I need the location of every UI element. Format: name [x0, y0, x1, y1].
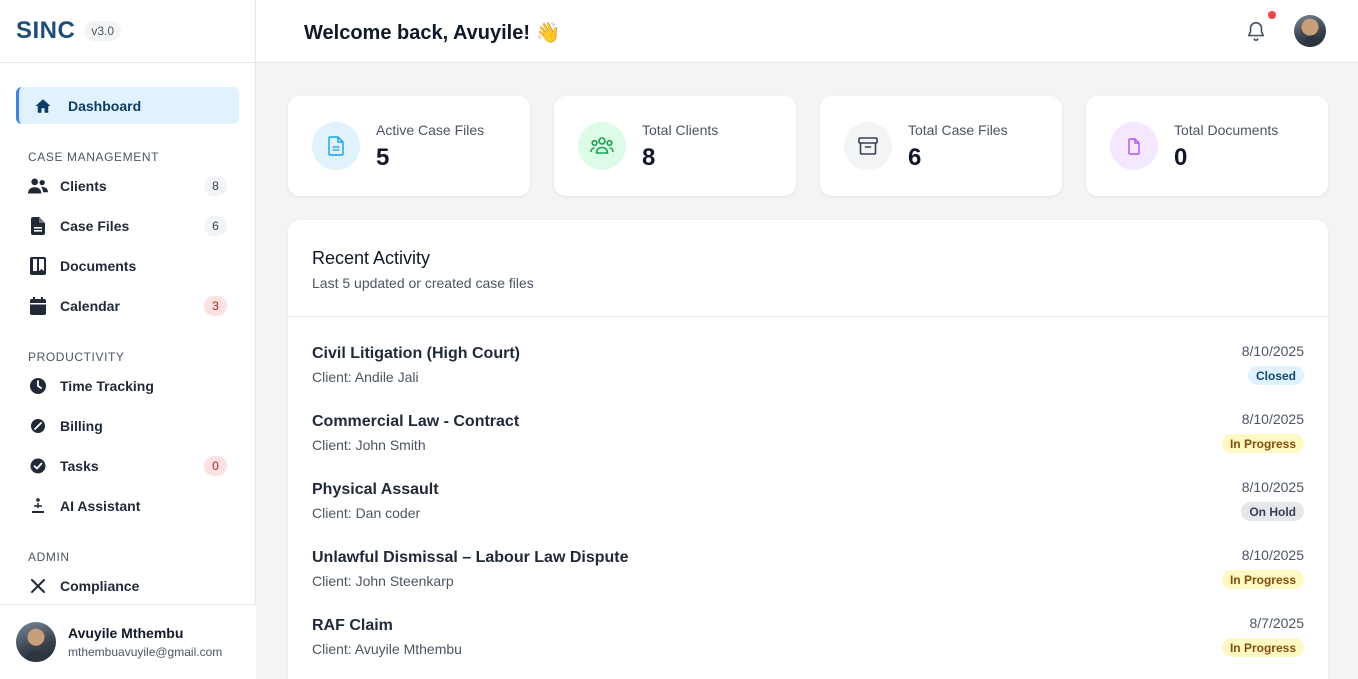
recent-activity-header: Recent Activity Last 5 updated or create… [288, 220, 1328, 317]
status-badge: In Progress [1221, 570, 1304, 589]
case-title: Unlawful Dismissal – Labour Law Dispute [312, 549, 629, 566]
case-title: RAF Claim [312, 617, 393, 634]
sidebar-item-documents[interactable]: Documents [16, 246, 239, 286]
book-icon [28, 256, 48, 276]
case-client: Client: Dan coder [312, 505, 421, 521]
sidebar-item-label: Clients [60, 178, 107, 194]
sidebar-item-tasks[interactable]: Tasks 0 [16, 446, 239, 486]
users-icon [578, 122, 626, 170]
case-date: 8/10/2025 [1241, 343, 1304, 359]
top-header: Welcome back, Avuyile! 👋 [256, 0, 1358, 63]
sidebar-item-case-files[interactable]: Case Files 6 [16, 206, 239, 246]
sidebar-item-dashboard[interactable]: Dashboard [16, 87, 239, 124]
user-name: Avuyile Mthembu [68, 625, 184, 641]
status-badge: On Hold [1241, 502, 1304, 521]
stat-value: 5 [376, 144, 390, 171]
activity-row[interactable]: Commercial Law - Contract Client: John S… [312, 411, 1304, 473]
file-icon [1110, 122, 1158, 170]
status-badge: In Progress [1221, 434, 1304, 453]
sidebar-item-billing[interactable]: Billing [16, 406, 239, 446]
stat-value: 6 [908, 144, 922, 171]
sidebar-item-label: Time Tracking [60, 378, 154, 394]
version-badge: v3.0 [84, 21, 122, 41]
brand-logo[interactable]: SINC [16, 17, 75, 45]
status-badge: In Progress [1221, 638, 1304, 657]
stat-label: Total Documents [1174, 122, 1279, 138]
count-badge: 6 [204, 216, 227, 236]
stat-card-total-clients: Total Clients 8 [554, 96, 796, 196]
activity-row[interactable]: Civil Litigation (High Court) Client: An… [312, 343, 1304, 405]
users-icon [28, 176, 48, 196]
section-case-management: CASE MANAGEMENT [28, 150, 160, 164]
sidebar-item-label: Compliance [60, 578, 140, 594]
clock-icon [28, 376, 48, 396]
count-badge: 0 [204, 456, 227, 476]
recent-activity-panel: Recent Activity Last 5 updated or create… [288, 220, 1328, 679]
sidebar-nav: Dashboard CASE MANAGEMENT Clients 8 Case… [0, 63, 255, 606]
archive-icon [844, 122, 892, 170]
activity-row[interactable]: RAF Claim Client: Avuyile Mthembu 8/7/20… [312, 615, 1305, 677]
sidebar-item-calendar[interactable]: Calendar 3 [16, 286, 239, 326]
activity-row[interactable]: Unlawful Dismissal – Labour Law Dispute … [312, 547, 1304, 609]
calendar-icon [28, 296, 48, 316]
file-icon [28, 216, 48, 236]
case-client: Client: John Smith [312, 437, 426, 453]
case-client: Client: Andile Jali [312, 369, 419, 385]
case-title: Physical Assault [312, 481, 439, 498]
sidebar-item-label: Dashboard [68, 97, 142, 114]
case-client: Client: Avuyile Mthembu [312, 641, 462, 657]
check-circle-icon [28, 456, 48, 476]
sidebar-item-label: Calendar [60, 298, 120, 314]
stat-card-total-documents: Total Documents 0 [1086, 96, 1328, 196]
sidebar-item-label: Billing [60, 418, 103, 434]
status-badge: Closed [1247, 366, 1304, 385]
gauge-icon [28, 416, 48, 436]
page-title: Welcome back, Avuyile! 👋 [304, 22, 561, 44]
sidebar: SINC v3.0 Dashboard CASE MANAGEMENT Clie… [0, 0, 256, 679]
brand: SINC v3.0 [0, 0, 255, 63]
count-badge: 3 [204, 296, 227, 316]
stat-card-total-case-files: Total Case Files 6 [820, 96, 1062, 196]
sidebar-item-label: Documents [60, 258, 137, 274]
notification-dot [1268, 11, 1276, 19]
bell-icon[interactable] [1245, 20, 1267, 42]
section-title: Recent Activity [312, 248, 431, 268]
case-client: Client: John Steenkarp [312, 573, 454, 589]
case-date: 8/10/2025 [1241, 479, 1304, 495]
section-subtitle: Last 5 updated or created case files [312, 275, 534, 291]
stat-label: Active Case Files [376, 122, 485, 138]
count-badge: 8 [204, 176, 227, 196]
document-icon [312, 122, 360, 170]
sidebar-item-label: Case Files [60, 218, 130, 234]
sidebar-item-label: AI Assistant [60, 498, 141, 514]
stat-label: Total Clients [642, 122, 719, 138]
close-icon [28, 576, 48, 596]
case-title: Commercial Law - Contract [312, 413, 520, 430]
sidebar-item-compliance[interactable]: Compliance [16, 566, 239, 606]
header-avatar[interactable] [1294, 15, 1326, 47]
section-productivity: PRODUCTIVITY [28, 350, 125, 364]
activity-row[interactable]: Physical Assault Client: Dan coder 8/10/… [312, 479, 1304, 541]
sidebar-item-ai-assistant[interactable]: AI Assistant [16, 486, 239, 526]
assistant-icon [28, 496, 48, 516]
user-profile[interactable]: Avuyile Mthembu mthembuavuyile@gmail.com [0, 604, 256, 679]
case-title: Civil Litigation (High Court) [312, 345, 520, 362]
stat-card-active-case-files: Active Case Files 5 [288, 96, 530, 196]
user-info: Avuyile Mthembu mthembuavuyile@gmail.com [68, 625, 222, 659]
stat-value: 0 [1174, 144, 1188, 171]
case-date: 8/10/2025 [1241, 547, 1304, 563]
stat-label: Total Case Files [908, 122, 1008, 138]
sidebar-item-label: Tasks [60, 458, 99, 474]
user-email: mthembuavuyile@gmail.com [68, 645, 223, 659]
case-date: 8/7/2025 [1249, 615, 1305, 631]
case-date: 8/10/2025 [1241, 411, 1304, 427]
stat-value: 8 [642, 144, 656, 171]
avatar [16, 622, 56, 662]
section-admin: ADMIN [28, 550, 70, 564]
sidebar-item-time-tracking[interactable]: Time Tracking [16, 366, 239, 406]
home-icon [33, 96, 53, 116]
sidebar-item-clients[interactable]: Clients 8 [16, 166, 239, 206]
